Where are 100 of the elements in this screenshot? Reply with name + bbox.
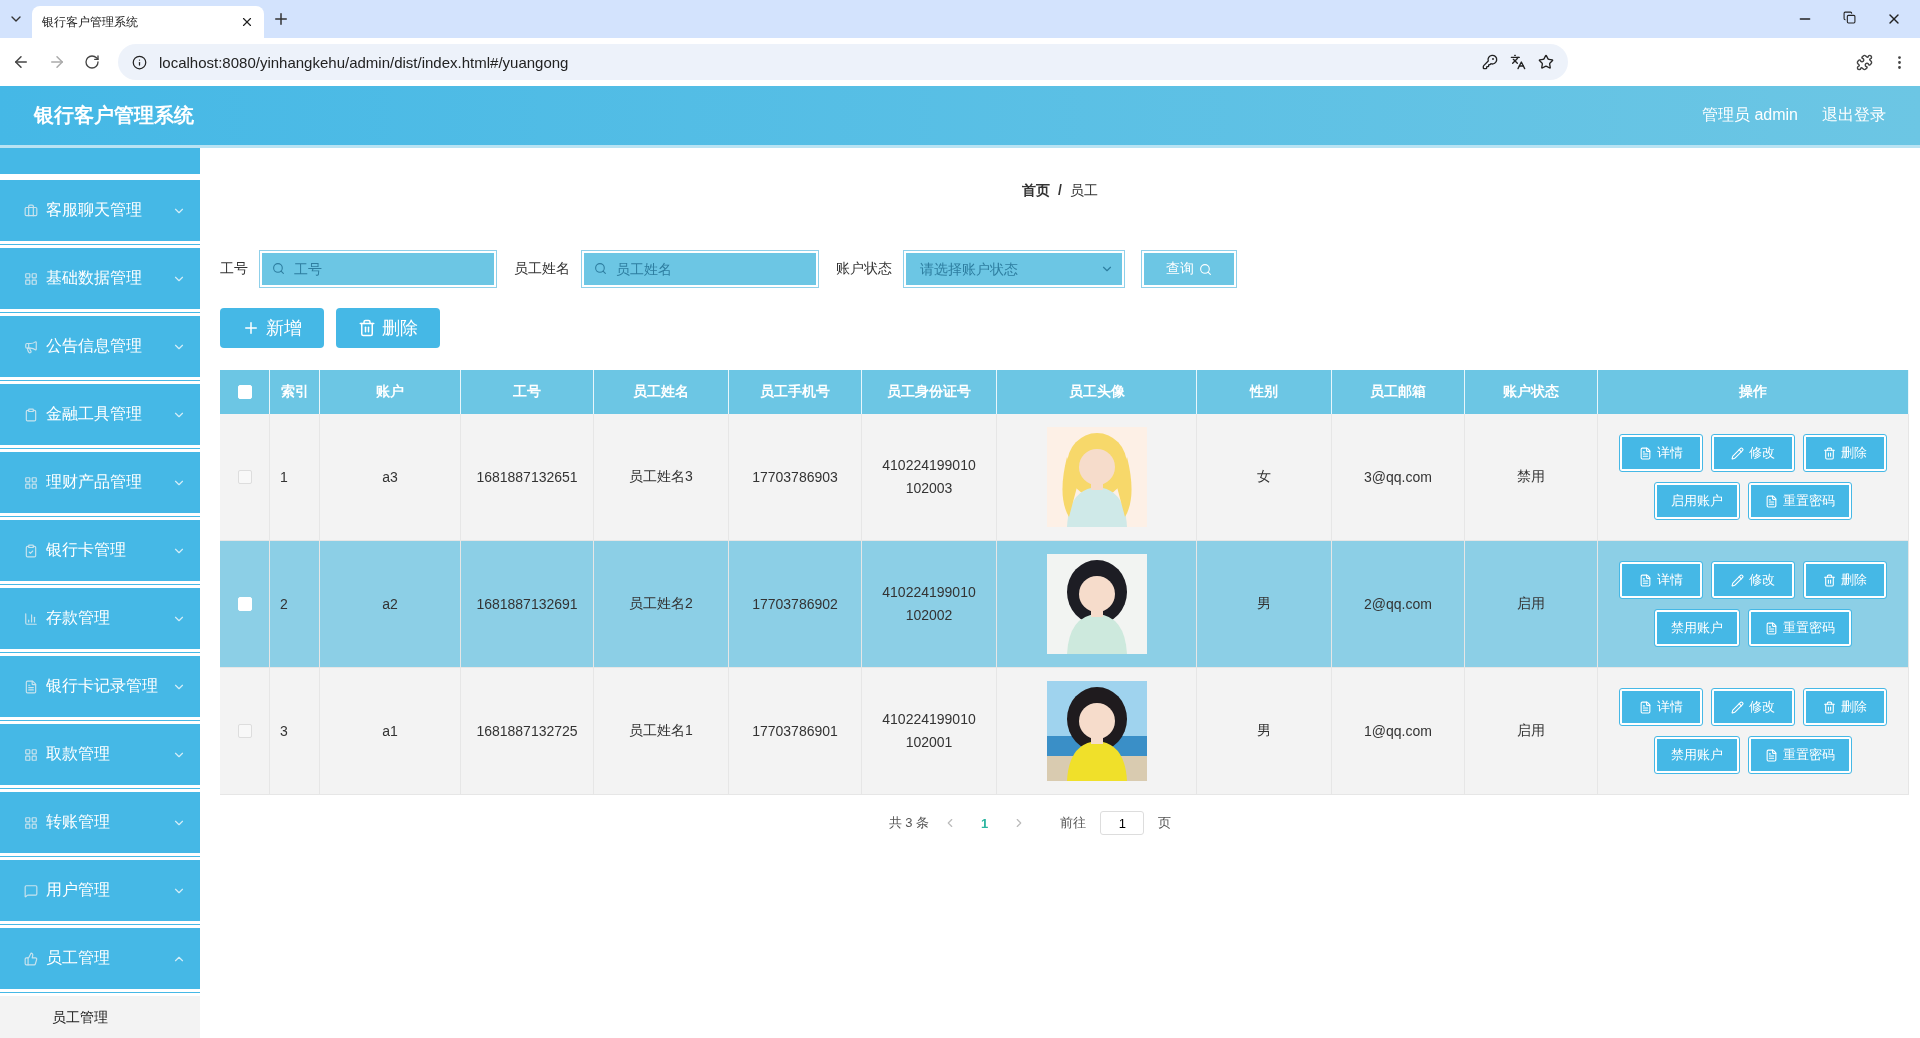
trash-icon	[1823, 700, 1836, 714]
search-field[interactable]: 员工姓名	[582, 251, 818, 287]
clipboard-icon	[24, 407, 38, 422]
toggle-button[interactable]: 启用账户	[1655, 483, 1739, 519]
edit-button[interactable]: 修改	[1712, 689, 1794, 725]
add-button[interactable]: 新增	[220, 308, 324, 348]
column-header: 账户	[320, 370, 461, 414]
table-cell: 女	[1197, 414, 1332, 541]
trash-icon	[1823, 446, 1836, 460]
reset-button[interactable]: 重置密码	[1749, 737, 1851, 773]
table-cell: a1	[320, 668, 461, 795]
sidebar-item[interactable]: 取款管理	[0, 724, 200, 788]
table-cell: 2	[270, 541, 320, 668]
page-input[interactable]: 1	[1100, 811, 1145, 835]
table-cell: 员工姓名1	[594, 668, 729, 795]
table-cell: 男	[1197, 668, 1332, 795]
detail-button[interactable]: 详情	[1620, 435, 1702, 471]
table-cell: 1681887132651	[461, 414, 594, 541]
grid-icon	[24, 475, 38, 490]
sidebar-item[interactable]: 转账管理	[0, 792, 200, 856]
goto-label: 前往	[1060, 814, 1087, 832]
sidebar-item[interactable]: 基础数据管理	[0, 248, 200, 312]
sidebar-item[interactable]: 理财产品管理	[0, 452, 200, 516]
delete-button[interactable]: 删除	[1804, 562, 1886, 598]
table-cell: a3	[320, 414, 461, 541]
briefcase-icon	[24, 203, 38, 218]
query-button[interactable]: 查询	[1142, 251, 1236, 287]
table-cell: 启用	[1465, 668, 1598, 795]
search-icon	[272, 262, 285, 275]
column-header: 工号	[461, 370, 594, 414]
sidebar-item[interactable]: 银行卡记录管理	[0, 656, 200, 720]
column-header: 员工头像	[997, 370, 1197, 414]
delete-button[interactable]: 删除	[1804, 689, 1886, 725]
delete-button[interactable]: 删除	[1804, 435, 1886, 471]
table-cell: 禁用	[1465, 414, 1598, 541]
table-cell: 员工姓名3	[594, 414, 729, 541]
close-icon[interactable]	[240, 15, 254, 29]
sidebar-item[interactable]: 银行卡管理	[0, 520, 200, 584]
logout-link[interactable]: 退出登录	[1822, 105, 1886, 126]
sidebar-item[interactable]: 公告信息管理	[0, 316, 200, 380]
table-cell: 3@qq.com	[1332, 414, 1465, 541]
document-icon	[1765, 494, 1778, 508]
document-icon	[1765, 621, 1778, 635]
detail-button[interactable]: 详情	[1620, 689, 1702, 725]
bar-chart-icon	[24, 611, 38, 626]
address-bar[interactable]: localhost:8080/yinhangkehu/admin/dist/index.html#/yuangong	[118, 44, 1568, 80]
trash-icon	[358, 319, 376, 337]
trash-icon	[1823, 573, 1836, 587]
table-cell: a2	[320, 541, 461, 668]
page-number[interactable]: 1	[971, 815, 999, 831]
breadcrumb-item[interactable]: 首页	[1022, 182, 1051, 228]
checkbox[interactable]	[237, 470, 252, 484]
user-label: 管理员 admin	[1701, 105, 1798, 125]
puzzle-icon[interactable]	[1856, 53, 1873, 71]
edit-button[interactable]: 修改	[1712, 435, 1794, 471]
column-header: 员工手机号	[729, 370, 862, 414]
edit-button[interactable]: 修改	[1712, 562, 1794, 598]
column-header: 索引	[270, 370, 320, 414]
sidebar-item[interactable]: 用户管理	[0, 860, 200, 924]
search-icon	[1199, 262, 1212, 276]
key-icon[interactable]	[1482, 54, 1498, 70]
reset-button[interactable]: 重置密码	[1749, 483, 1851, 519]
restore-icon[interactable]	[1843, 11, 1856, 24]
browser-tab[interactable]: 银行客户管理系统	[32, 6, 264, 38]
table-cell: 17703786902	[729, 541, 862, 668]
breadcrumb-separator: /	[1058, 182, 1062, 200]
pencil-icon	[1731, 573, 1744, 587]
clipboard-icon	[24, 543, 38, 558]
thumbs-up-icon	[24, 951, 38, 966]
document-icon	[1639, 573, 1652, 587]
toggle-button[interactable]: 禁用账户	[1655, 737, 1739, 773]
select-field[interactable]: 请选择账户状态	[904, 251, 1124, 287]
translate-icon[interactable]	[1510, 54, 1526, 70]
star-icon[interactable]	[1538, 54, 1554, 70]
column-header: 操作	[1598, 370, 1909, 414]
chat-icon	[24, 883, 38, 898]
checkbox[interactable]	[237, 724, 252, 738]
page-suffix: 页	[1158, 814, 1172, 832]
back-icon[interactable]	[12, 53, 30, 71]
search-field[interactable]: 工号	[260, 251, 496, 287]
sidebar-subitem[interactable]: 员工管理	[0, 996, 200, 1038]
pencil-icon	[1731, 700, 1744, 714]
detail-button[interactable]: 详情	[1620, 562, 1702, 598]
table-cell: 男	[1197, 541, 1332, 668]
toggle-button[interactable]: 禁用账户	[1655, 610, 1739, 646]
app-title: 银行客户管理系统	[34, 103, 195, 128]
grid-icon	[24, 747, 38, 762]
sidebar-item[interactable]: 存款管理	[0, 588, 200, 652]
new-tab-icon[interactable]	[272, 10, 290, 28]
table-cell: 员工姓名2	[594, 541, 729, 668]
sidebar-item[interactable]: 客服聊天管理	[0, 180, 200, 244]
info-icon[interactable]	[132, 54, 147, 70]
delete-button[interactable]: 删除	[336, 308, 440, 348]
sidebar-item[interactable]: 金融工具管理	[0, 384, 200, 448]
reset-button[interactable]: 重置密码	[1749, 610, 1851, 646]
document-icon	[1639, 446, 1652, 460]
table-cell: 1681887132691	[461, 541, 594, 668]
table-cell: 17703786901	[729, 668, 862, 795]
reload-icon[interactable]	[84, 54, 100, 70]
sidebar-item[interactable]: 员工管理	[0, 928, 200, 992]
